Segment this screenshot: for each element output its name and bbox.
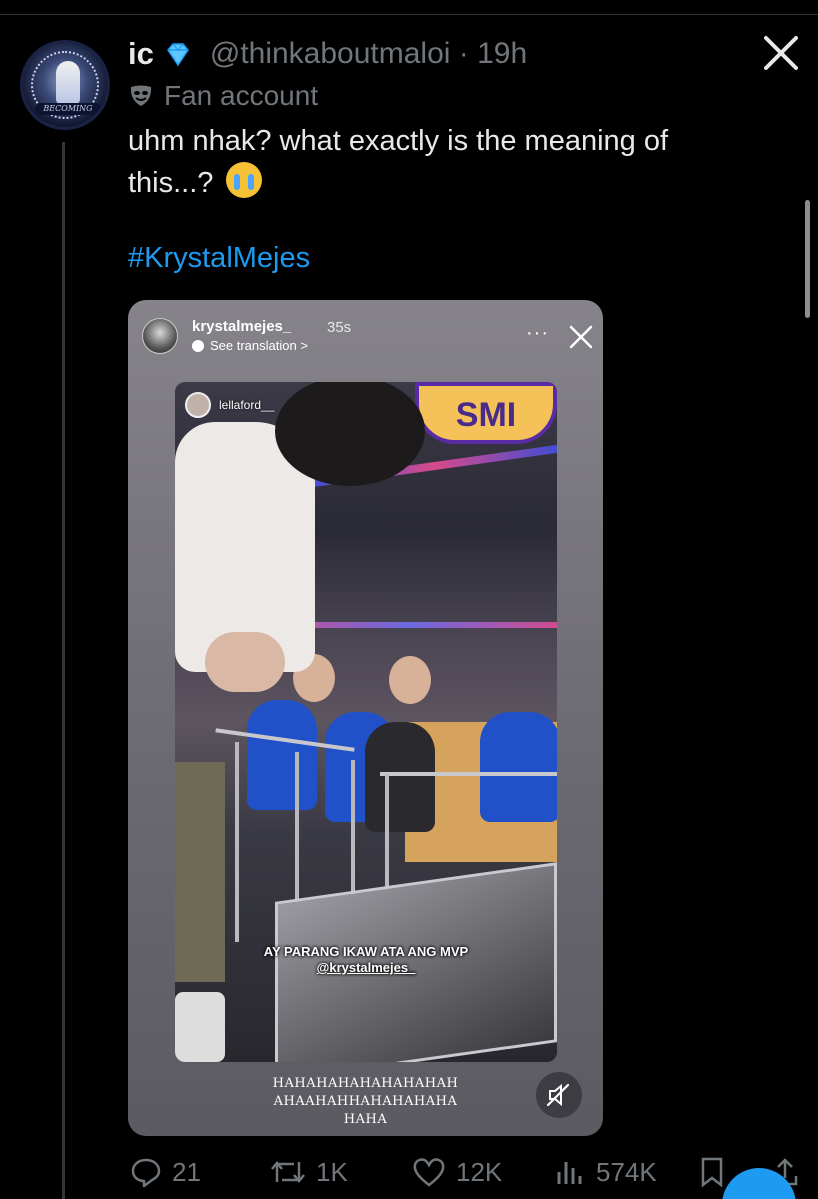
views-button[interactable]: 574K [554,1150,657,1194]
see-translation[interactable]: See translation > [192,338,308,353]
hashtag-link[interactable]: #KrystalMejes [128,242,310,275]
caption-mention[interactable]: @krystalmejes_ [175,960,557,976]
story-time: 35s [327,319,352,336]
media-attachment[interactable]: krystalmejes_ 35s See translation > ··· … [128,300,603,1136]
player-figure [480,712,557,822]
reply-count: 21 [172,1156,201,1187]
scrollbar[interactable] [805,200,810,318]
tagged-user-avatar [185,392,211,418]
mask-icon [130,85,152,106]
tweet-text-line2-wrap: this...? [128,162,768,204]
story-avatar[interactable] [142,318,178,354]
views-chart-icon [557,1162,582,1184]
display-name[interactable]: ic [128,36,154,72]
fan-account-label: Fan account [128,80,318,112]
story-text-line1: HAHAHAHAHAHAHAHAH [272,1076,459,1091]
story-photo: SMI lellaford__ AY PARANG IKAW ATA ANG M… [175,382,557,1062]
close-icon[interactable] [762,34,800,72]
repost-icon [271,1161,305,1183]
tweet-header: ic @thinkaboutmaloi · 19h [128,36,527,72]
heart-icon [413,1158,445,1187]
story-close-icon[interactable] [568,324,594,350]
diamond-icon [166,43,189,67]
crying-face-icon [225,162,262,198]
story-header: krystalmejes_ 35s See translation > ··· [142,318,593,358]
barrier-rail [380,772,557,776]
handle-time[interactable]: @thinkaboutmaloi · 19h [210,37,527,71]
story-caption: AY PARANG IKAW ATA ANG MVP @krystalmejes… [175,944,557,976]
player-figure [365,722,435,832]
see-translation-label: See translation > [210,338,308,353]
repost-button[interactable]: 1K [270,1150,348,1194]
arena-sign: SMI [415,382,557,444]
reply-button[interactable]: 21 [130,1150,201,1194]
more-icon[interactable]: ··· [526,322,549,345]
like-button[interactable]: 12K [412,1150,502,1194]
barrier-post [235,742,239,942]
tweet-text: uhm nhak? what exactly is the meaning of… [128,120,768,204]
avatar-ribbon: BECOMING [35,103,101,115]
tweet-text-line1: uhm nhak? what exactly is the meaning of [128,125,669,157]
repost-count: 1K [316,1156,348,1187]
like-count: 12K [456,1156,503,1187]
phone-image [175,992,225,1062]
story-text-line3: HAHA [343,1112,388,1127]
thread-line [62,142,65,1199]
tagged-user[interactable]: lellaford__ [185,392,274,418]
mute-button[interactable] [536,1072,582,1118]
reply-icon [131,1158,161,1188]
tweet-text-line2: this...? [128,167,214,199]
bookmark-button[interactable] [698,1150,726,1194]
story-username[interactable]: krystalmejes_ [192,318,291,335]
caption-text: AY PARANG IKAW ATA ANG MVP [263,944,469,959]
top-divider [0,14,818,15]
person-arm [205,632,285,692]
speaker-muted-icon [546,1083,570,1107]
tweet-actions: 21 1K 12K 574K [130,1150,810,1194]
tagged-user-name: lellaford__ [219,398,275,412]
story-text: HAHAHAHAHAHAHAHAH AHAAHAHHAHAHAHAHA HAHA [128,1075,603,1129]
translate-bubble-icon [192,339,204,352]
avatar-figure [56,61,80,105]
fan-account-text: Fan account [164,80,319,111]
story-text-line2: AHAAHAHHAHAHAHAHA [273,1094,458,1109]
player-figure [247,700,317,810]
player-head [389,656,431,704]
views-count: 574K [596,1156,657,1187]
avatar[interactable]: BECOMING [20,40,110,130]
bookmark-icon [701,1157,723,1188]
